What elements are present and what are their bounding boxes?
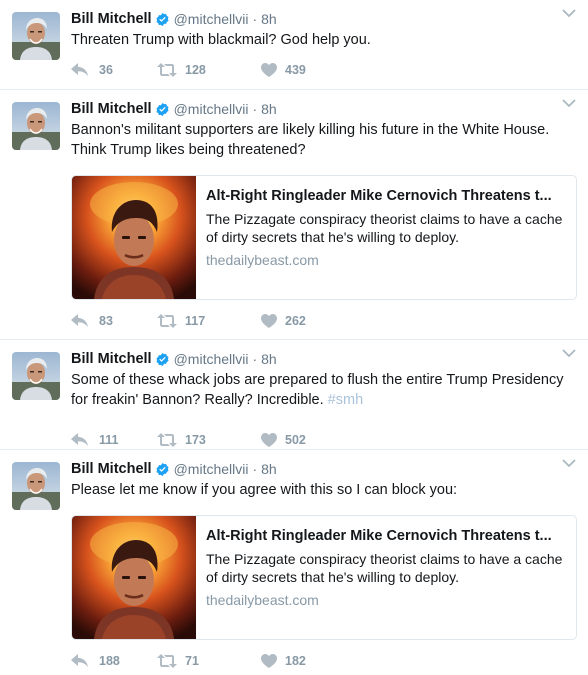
reply-count: 188 (99, 654, 120, 668)
card-domain: thedailybeast.com (206, 592, 319, 608)
separator-dot: · (252, 351, 258, 367)
author-name[interactable]: Bill Mitchell (71, 351, 152, 367)
reply-icon (71, 654, 88, 668)
verified-badge-icon (156, 462, 169, 476)
link-card[interactable]: Alt-Right Ringleader Mike Cernovich Thre… (71, 175, 577, 300)
separator-dot: · (252, 461, 258, 477)
reply-button[interactable]: 83 (71, 314, 135, 328)
tweet-header: Bill Mitchell @mitchellvii · 8h (71, 349, 578, 369)
reply-count: 111 (99, 433, 119, 447)
tweet-text: Threaten Trump with blackmail? God help … (71, 32, 371, 48)
author-name[interactable]: Bill Mitchell (71, 461, 152, 477)
card-image (72, 516, 196, 639)
retweet-button[interactable]: 117 (157, 314, 239, 328)
reply-count: 36 (99, 63, 113, 77)
separator-dot: · (252, 101, 258, 117)
author-handle[interactable]: @mitchellvii (174, 461, 249, 477)
author-handle[interactable]: @mitchellvii (174, 101, 249, 117)
like-button[interactable]: 439 (261, 63, 306, 77)
avatar[interactable] (12, 102, 60, 150)
like-count: 502 (285, 433, 306, 447)
retweet-icon (157, 314, 177, 328)
heart-icon (261, 654, 277, 668)
reply-icon (71, 433, 88, 447)
tweet-time[interactable]: 8h (261, 11, 277, 27)
avatar[interactable] (12, 462, 60, 510)
retweet-icon (157, 654, 177, 668)
reply-count: 83 (99, 314, 113, 328)
author-handle[interactable]: @mitchellvii (174, 11, 249, 27)
heart-icon (261, 314, 277, 328)
tweet-header: Bill Mitchell @mitchellvii · 8h (71, 99, 578, 119)
like-count: 262 (285, 314, 306, 328)
retweet-count: 128 (185, 63, 206, 77)
card-description: The Pizzagate conspiracy theorist claims… (206, 211, 563, 245)
retweet-icon (157, 63, 177, 77)
heart-icon (261, 63, 277, 77)
chevron-down-icon[interactable] (562, 8, 576, 18)
tweet-actions: 111 173 502 (71, 430, 328, 450)
retweet-button[interactable]: 173 (157, 433, 239, 447)
tweet-text: Some of these whack jobs are prepared to… (71, 370, 578, 410)
chevron-down-icon[interactable] (562, 458, 576, 468)
reply-button[interactable]: 111 (71, 433, 135, 447)
card-title: Alt-Right Ringleader Mike Cernovich Thre… (206, 528, 552, 544)
link-card[interactable]: Alt-Right Ringleader Mike Cernovich Thre… (71, 515, 577, 640)
tweet-text-body: Some of these whack jobs are prepared to… (71, 372, 564, 408)
tweet-time[interactable]: 8h (261, 101, 277, 117)
hashtag-link[interactable]: #smh (328, 392, 363, 408)
retweet-button[interactable]: 128 (157, 63, 239, 77)
card-description: The Pizzagate conspiracy theorist claims… (206, 551, 563, 585)
reply-icon (71, 314, 88, 328)
retweet-icon (157, 433, 177, 447)
card-domain: thedailybeast.com (206, 252, 319, 268)
tweet-header: Bill Mitchell @mitchellvii · 8h (71, 459, 578, 479)
retweet-button[interactable]: 71 (157, 654, 239, 668)
tweet-time[interactable]: 8h (261, 351, 277, 367)
retweet-count: 117 (185, 314, 206, 328)
verified-badge-icon (156, 352, 169, 366)
reply-button[interactable]: 36 (71, 63, 135, 77)
like-button[interactable]: 502 (261, 433, 306, 447)
tweet-actions: 83 117 262 (71, 311, 328, 331)
tweet[interactable]: Bill Mitchell @mitchellvii · 8h Threaten… (0, 0, 588, 90)
author-handle[interactable]: @mitchellvii (174, 351, 249, 367)
tweet[interactable]: Bill Mitchell @mitchellvii · 8h Please l… (0, 450, 588, 675)
chevron-down-icon[interactable] (562, 348, 576, 358)
like-button[interactable]: 262 (261, 314, 306, 328)
tweet-header: Bill Mitchell @mitchellvii · 8h (71, 9, 578, 29)
tweet-actions: 36 128 439 (71, 60, 328, 80)
avatar[interactable] (12, 352, 60, 400)
author-name[interactable]: Bill Mitchell (71, 101, 152, 117)
tweet-time[interactable]: 8h (261, 461, 277, 477)
timeline: Bill Mitchell @mitchellvii · 8h Threaten… (0, 0, 588, 675)
chevron-down-icon[interactable] (562, 98, 576, 108)
reply-icon (71, 63, 88, 77)
tweet-text: Bannon's militant supporters are likely … (71, 122, 550, 158)
like-count: 439 (285, 63, 306, 77)
card-title: Alt-Right Ringleader Mike Cernovich Thre… (206, 188, 552, 204)
author-name[interactable]: Bill Mitchell (71, 11, 152, 27)
avatar[interactable] (12, 12, 60, 60)
reply-button[interactable]: 188 (71, 654, 135, 668)
verified-badge-icon (156, 12, 169, 26)
verified-badge-icon (156, 102, 169, 116)
like-count: 182 (285, 654, 306, 668)
like-button[interactable]: 182 (261, 654, 306, 668)
tweet-text: Please let me know if you agree with thi… (71, 482, 458, 498)
retweet-count: 173 (185, 433, 206, 447)
separator-dot: · (252, 11, 258, 27)
tweet[interactable]: Bill Mitchell @mitchellvii · 8h Some of … (0, 340, 588, 450)
tweet-actions: 188 71 182 (71, 651, 328, 671)
card-image (72, 176, 196, 299)
retweet-count: 71 (185, 654, 199, 668)
heart-icon (261, 433, 277, 447)
tweet[interactable]: Bill Mitchell @mitchellvii · 8h Bannon's… (0, 90, 588, 340)
